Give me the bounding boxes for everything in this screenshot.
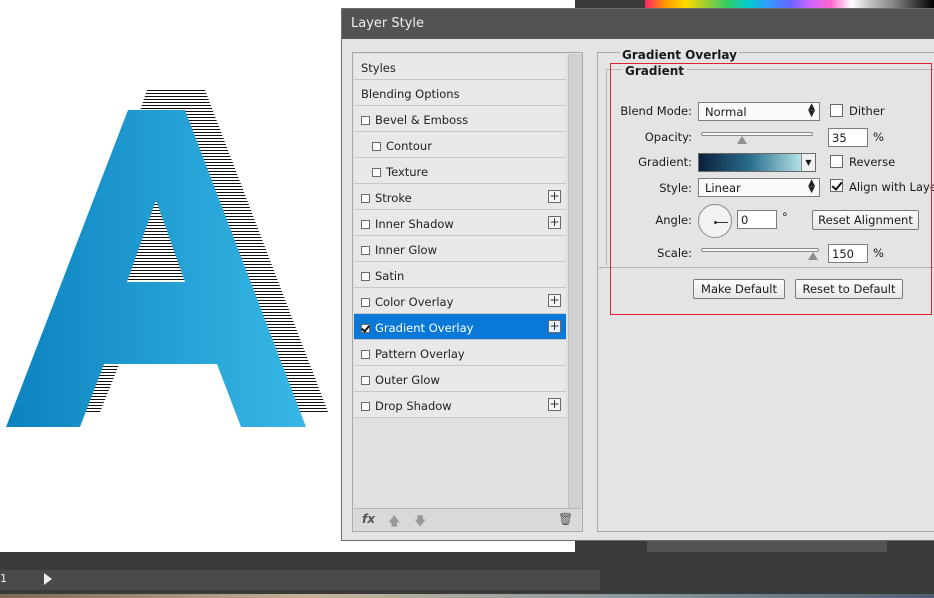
- bottom-strip: 1: [0, 552, 934, 598]
- style-item-label: Pattern Overlay: [375, 347, 465, 361]
- add-icon[interactable]: +: [548, 216, 561, 229]
- style-item-label: Blending Options: [361, 87, 460, 101]
- satin-checkbox[interactable]: [361, 272, 370, 281]
- add-icon[interactable]: +: [548, 398, 561, 411]
- inner-shadow-checkbox[interactable]: [361, 220, 370, 229]
- add-icon[interactable]: +: [548, 320, 561, 333]
- taskbar-strip: [0, 594, 934, 598]
- style-item-label: Contour: [386, 139, 432, 153]
- styles-list: Styles Blending Options Bevel & Emboss Cont…: [354, 54, 566, 418]
- style-item-gradient-overlay[interactable]: Gradient Overlay +: [354, 314, 566, 340]
- style-item-label: Inner Glow: [375, 243, 437, 257]
- status-menu-arrow-icon[interactable]: [44, 573, 52, 585]
- annotation-highlight-box: [610, 63, 932, 315]
- style-item-blending-options[interactable]: Blending Options: [354, 80, 566, 106]
- contour-checkbox[interactable]: [372, 142, 381, 151]
- styles-footer: fx 🡅 🡇 🗑: [354, 508, 581, 530]
- texture-checkbox[interactable]: [372, 168, 381, 177]
- color-overlay-checkbox[interactable]: [361, 298, 370, 307]
- style-item-inner-glow[interactable]: Inner Glow: [354, 236, 566, 262]
- style-item-label: Outer Glow: [375, 373, 440, 387]
- pattern-overlay-checkbox[interactable]: [361, 350, 370, 359]
- add-icon[interactable]: +: [548, 190, 561, 203]
- style-item-label: Bevel & Emboss: [375, 113, 469, 127]
- style-item-texture[interactable]: Texture: [354, 158, 566, 184]
- style-item-label: Inner Shadow: [375, 217, 454, 231]
- style-item-styles[interactable]: Styles: [354, 54, 566, 80]
- style-item-inner-shadow[interactable]: Inner Shadow +: [354, 210, 566, 236]
- style-item-label: Gradient Overlay: [375, 321, 474, 335]
- add-icon[interactable]: +: [548, 294, 561, 307]
- move-down-icon[interactable]: 🡇: [414, 512, 426, 533]
- gradient-overlay-checkbox[interactable]: [361, 324, 370, 333]
- style-item-pattern-overlay[interactable]: Pattern Overlay: [354, 340, 566, 366]
- status-number: 1: [0, 572, 7, 585]
- style-item-label: Texture: [386, 165, 429, 179]
- section-title: Gradient Overlay: [620, 48, 739, 62]
- style-item-label: Satin: [375, 269, 405, 283]
- style-item-stroke[interactable]: Stroke +: [354, 184, 566, 210]
- inner-glow-checkbox[interactable]: [361, 246, 370, 255]
- stroke-checkbox[interactable]: [361, 194, 370, 203]
- outer-glow-checkbox[interactable]: [361, 376, 370, 385]
- style-item-drop-shadow[interactable]: Drop Shadow +: [354, 392, 566, 418]
- status-bar: 1: [0, 570, 600, 590]
- trash-icon[interactable]: 🗑: [558, 512, 573, 526]
- style-item-color-overlay[interactable]: Color Overlay +: [354, 288, 566, 314]
- move-up-icon[interactable]: 🡅: [388, 512, 400, 533]
- styles-scrollbar[interactable]: [568, 54, 582, 509]
- drop-shadow-checkbox[interactable]: [361, 402, 370, 411]
- style-item-label: Drop Shadow: [375, 399, 452, 413]
- styles-panel: Styles Blending Options Bevel & Emboss Cont…: [352, 52, 583, 532]
- fx-icon[interactable]: fx: [362, 512, 375, 526]
- style-item-satin[interactable]: Satin: [354, 262, 566, 288]
- style-item-bevel-emboss[interactable]: Bevel & Emboss: [354, 106, 566, 132]
- style-item-label: Styles: [361, 61, 396, 75]
- style-item-contour[interactable]: Contour: [354, 132, 566, 158]
- style-item-label: Color Overlay: [375, 295, 454, 309]
- bevel-emboss-checkbox[interactable]: [361, 116, 370, 125]
- style-item-outer-glow[interactable]: Outer Glow: [354, 366, 566, 392]
- style-item-label: Stroke: [375, 191, 412, 205]
- dialog-title[interactable]: Layer Style: [342, 9, 934, 39]
